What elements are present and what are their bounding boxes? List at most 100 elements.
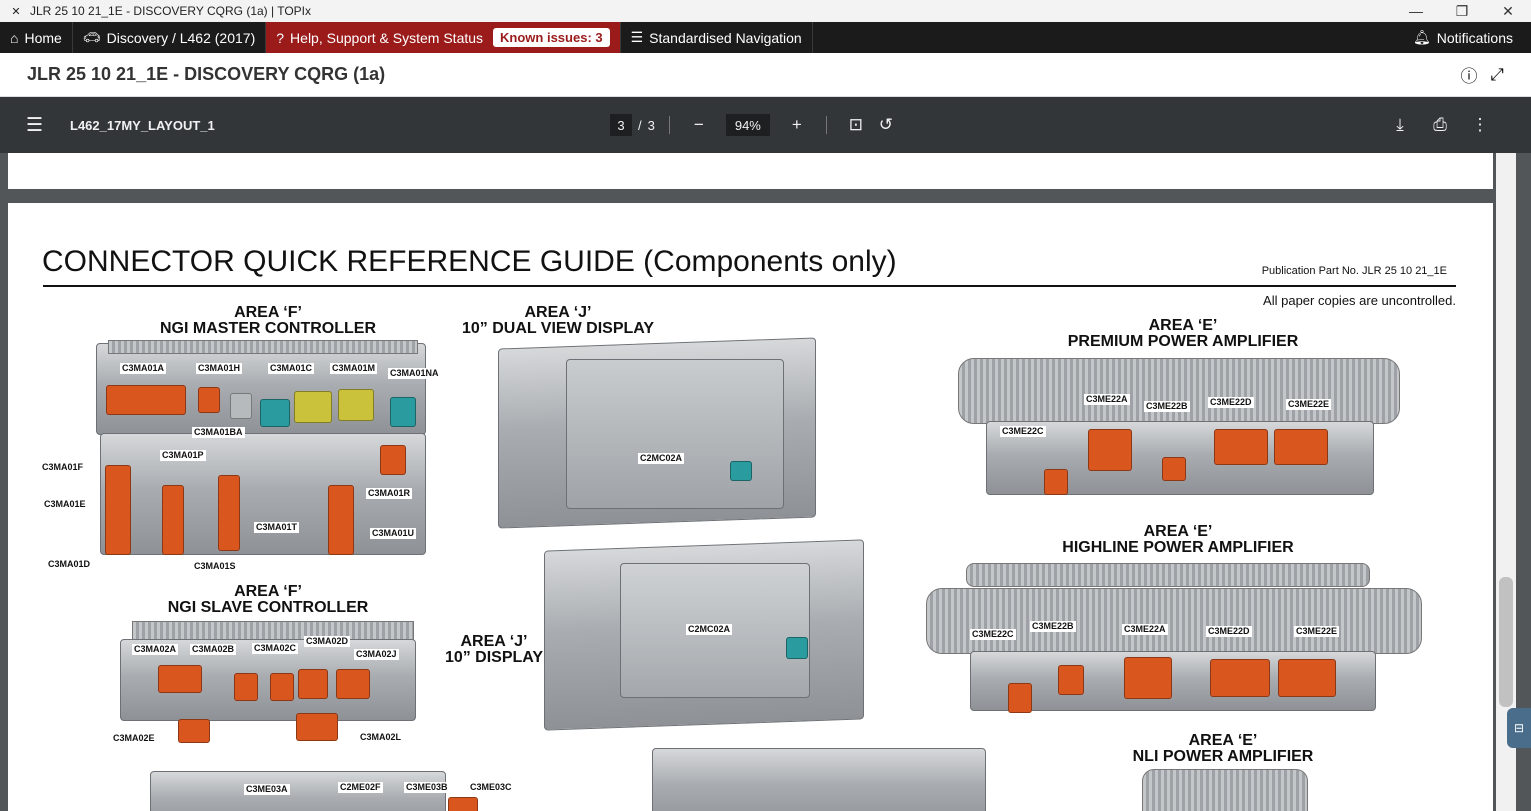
- connector-p-c3me22d: [1214, 429, 1268, 465]
- display-area-label: AREA ‘J’: [460, 633, 528, 650]
- nav-home[interactable]: ⌂ Home: [0, 22, 73, 53]
- connector-c3ma01h: [198, 387, 220, 413]
- fit-page-icon[interactable]: ⊡: [841, 115, 871, 135]
- label-p-c3me22a: C3ME22A: [1084, 394, 1130, 405]
- connector-c3ma01u: [328, 485, 354, 555]
- publication-number: Publication Part No. JLR 25 10 21_1E: [1261, 265, 1447, 277]
- print-icon[interactable]: ⎙: [1425, 115, 1455, 135]
- uncontrolled-notice: All paper copies are uncontrolled.: [1263, 293, 1456, 308]
- scrollbar-thumb[interactable]: [1499, 577, 1513, 707]
- label-c3ma01h: C3MA01H: [196, 363, 243, 374]
- connector-c3ma02j: [336, 669, 370, 699]
- label-c3ma01d: C3MA01D: [46, 559, 93, 570]
- label-c2me02f: C2ME02F: [338, 782, 383, 793]
- connector-c3ma02d: [298, 669, 328, 699]
- pdf-toolbar: ☰ L462_17MY_LAYOUT_1 3 / 3 − 94% + ⊡ ↺ ⤓…: [0, 97, 1531, 153]
- label-p-c3me22b: C3ME22B: [1144, 401, 1190, 412]
- label-c3me03c: C3ME03C: [468, 782, 514, 793]
- label-h-c3me22b: C3ME22B: [1030, 621, 1076, 632]
- dual-name-label: 10” DUAL VIEW DISPLAY: [461, 320, 655, 337]
- window-title: JLR 25 10 21_1E - DISCOVERY CQRG (1a) | …: [30, 4, 312, 18]
- label-h-c3me22e: C3ME22E: [1294, 626, 1340, 637]
- label-c3ma02l: C3MA02L: [358, 732, 404, 743]
- highline-area-label: AREA ‘E’: [1143, 523, 1213, 540]
- nli-area-label: AREA ‘E’: [1188, 732, 1258, 749]
- info-icon[interactable]: ⓘ: [1455, 62, 1483, 87]
- bell-icon: 🔔︎: [1412, 29, 1431, 45]
- home-icon: ⌂: [10, 29, 19, 46]
- connector-c2mc02a-dual: [730, 461, 752, 481]
- label-c3ma02d: C3MA02D: [304, 636, 351, 647]
- connector-c3ma02a: [158, 665, 202, 693]
- connector-h-c3me22a: [1124, 657, 1172, 699]
- connector-h-c3me22d: [1210, 659, 1270, 697]
- close-button[interactable]: ✕: [1485, 0, 1531, 22]
- master-name-label: NGI MASTER CONTROLLER: [160, 320, 376, 337]
- more-options-icon[interactable]: ⋮: [1465, 115, 1495, 135]
- dual-view-display-heading: AREA ‘J’ 10” DUAL VIEW DISPLAY: [448, 305, 668, 337]
- document-header: JLR 25 10 21_1E - DISCOVERY CQRG (1a) ⓘ …: [0, 53, 1531, 97]
- window-titlebar: ✕ JLR 25 10 21_1E - DISCOVERY CQRG (1a) …: [0, 0, 1531, 22]
- label-c3ma01c: C3MA01C: [268, 363, 315, 374]
- label-c3ma01s: C3MA01S: [192, 561, 238, 572]
- label-c3ma01r: C3MA01R: [366, 488, 413, 499]
- connector-c3ma01f-e-d: [105, 465, 131, 555]
- zoom-input[interactable]: 94%: [725, 114, 770, 136]
- connector-c3ma01p: [162, 485, 184, 555]
- connector-c3ma01na: [390, 397, 416, 427]
- zoom-in-button[interactable]: +: [782, 115, 812, 135]
- chat-icon[interactable]: ⊟: [1507, 708, 1531, 748]
- label-c3ma01p: C3MA01P: [160, 450, 206, 461]
- label-c3ma01e: C3MA01E: [42, 499, 88, 510]
- label-c3ma01u: C3MA01U: [370, 528, 417, 539]
- label-c3me03b: C3ME03B: [404, 782, 450, 793]
- title-rule: [43, 285, 1456, 287]
- minimize-button[interactable]: —: [1393, 0, 1439, 22]
- premium-amp-heading: AREA ‘E’ PREMIUM POWER AMPLIFIER: [1038, 318, 1328, 350]
- connector-c3me03c: [448, 797, 478, 811]
- download-icon[interactable]: ⤓: [1385, 115, 1415, 135]
- label-c3ma01t: C3MA01T: [254, 522, 300, 533]
- premium-name-label: PREMIUM POWER AMPLIFIER: [1067, 333, 1299, 350]
- connector-c3ma01t: [218, 475, 240, 551]
- rotate-icon[interactable]: ↺: [871, 115, 901, 135]
- slave-controller-fins: [132, 621, 414, 641]
- car-icon: 🚗︎: [82, 29, 101, 45]
- label-c2mc02a-dual: C2MC02A: [638, 453, 685, 464]
- display-name-label: 10” DISPLAY: [444, 649, 544, 666]
- connector-c3ma02l: [296, 713, 338, 741]
- pdf-viewer[interactable]: CONNECTOR QUICK REFERENCE GUIDE (Compone…: [0, 153, 1531, 811]
- maximize-button[interactable]: ❐: [1439, 0, 1485, 22]
- pdf-page: CONNECTOR QUICK REFERENCE GUIDE (Compone…: [8, 203, 1493, 811]
- menu-icon[interactable]: ☰: [26, 114, 48, 137]
- top-nav: ⌂ Home 🚗︎ Discovery / L462 (2017) ? Help…: [0, 22, 1531, 53]
- nav-help[interactable]: ? Help, Support & System Status Known is…: [266, 22, 621, 53]
- connector-p-c3me22a: [1088, 429, 1132, 471]
- connector-c3ma01c: [294, 391, 332, 423]
- topix-logo-icon: ✕: [11, 5, 21, 18]
- connector-h-c3me22b: [1058, 665, 1084, 695]
- label-h-c3me22c: C3ME22C: [970, 629, 1016, 640]
- dual-view-display-back: [566, 359, 784, 509]
- nav-standardised[interactable]: ☰ Standardised Navigation: [621, 22, 813, 53]
- connector-p-c3me22e: [1274, 429, 1328, 465]
- guide-title: CONNECTOR QUICK REFERENCE GUIDE (Compone…: [42, 245, 897, 278]
- known-issues-badge[interactable]: Known issues: 3: [493, 28, 610, 47]
- connector-p-c3me22c: [1044, 469, 1068, 495]
- nli-amp-heading: AREA ‘E’ NLI POWER AMPLIFIER: [1108, 733, 1338, 765]
- slave-area-label: AREA ‘F’: [234, 583, 302, 600]
- master-area-label: AREA ‘F’: [234, 304, 302, 321]
- connector-c2mc02a-display: [786, 637, 808, 659]
- nav-notifications[interactable]: 🔔︎ Notifications: [1403, 22, 1531, 53]
- nav-standardised-label: Standardised Navigation: [649, 29, 802, 46]
- slave-controller-heading: AREA ‘F’ NGI SLAVE CONTROLLER: [148, 584, 388, 616]
- zoom-out-button[interactable]: −: [684, 115, 714, 135]
- connector-p-c3me22b: [1162, 457, 1186, 481]
- page-number-input[interactable]: 3: [610, 114, 632, 136]
- nav-vehicle[interactable]: 🚗︎ Discovery / L462 (2017): [73, 22, 267, 53]
- label-p-c3me22e: C3ME22E: [1286, 399, 1332, 410]
- label-c2mc02a-display: C2MC02A: [686, 624, 733, 635]
- label-c3ma01ba: C3MA01BA: [192, 427, 245, 438]
- fullscreen-icon[interactable]: ⤢: [1483, 65, 1511, 85]
- dual-area-label: AREA ‘J’: [524, 304, 592, 321]
